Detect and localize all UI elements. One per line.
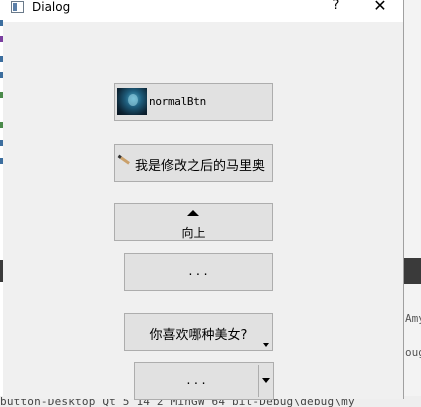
menu-button[interactable]: 你喜欢哪种美女?	[124, 313, 273, 351]
mario-button-label: 我是修改之后的马里奥	[135, 159, 266, 174]
split-menu-button[interactable]: ...	[134, 362, 274, 400]
normal-button[interactable]: normalBtn	[114, 83, 273, 121]
mario-button[interactable]: 我是修改之后的马里奥	[114, 144, 273, 182]
normal-button-label: normalBtn	[149, 95, 206, 108]
up-button[interactable]: 向上	[114, 203, 273, 241]
ellipsis-button[interactable]: ...	[124, 253, 273, 291]
thumbnail-image-icon	[117, 88, 147, 115]
dialog-window: Dialog ? ✕ normalBtn 我是修改之后的马里奥 向上 ... 你…	[3, 0, 404, 400]
split-button-label: ...	[185, 374, 208, 387]
background-text-fragment: oug	[405, 346, 421, 359]
title-bar[interactable]: Dialog ? ✕	[3, 0, 403, 22]
background-text-fragment: Amy	[405, 312, 421, 325]
close-button[interactable]: ✕	[365, 0, 395, 17]
window-title: Dialog	[32, 0, 71, 14]
pencil-icon	[120, 156, 130, 165]
up-arrow-icon	[187, 210, 199, 216]
split-separator	[258, 365, 259, 397]
ellipsis-button-label: ...	[187, 265, 210, 278]
menu-indicator-icon	[263, 343, 269, 347]
menu-button-label: 你喜欢哪种美女?	[149, 328, 248, 343]
help-button[interactable]: ?	[321, 0, 351, 17]
window-icon	[11, 1, 24, 13]
background-dark-bar	[404, 258, 421, 284]
split-button-main[interactable]: ...	[135, 363, 258, 399]
up-button-label: 向上	[181, 226, 206, 240]
dropdown-arrow-icon[interactable]	[262, 378, 270, 383]
